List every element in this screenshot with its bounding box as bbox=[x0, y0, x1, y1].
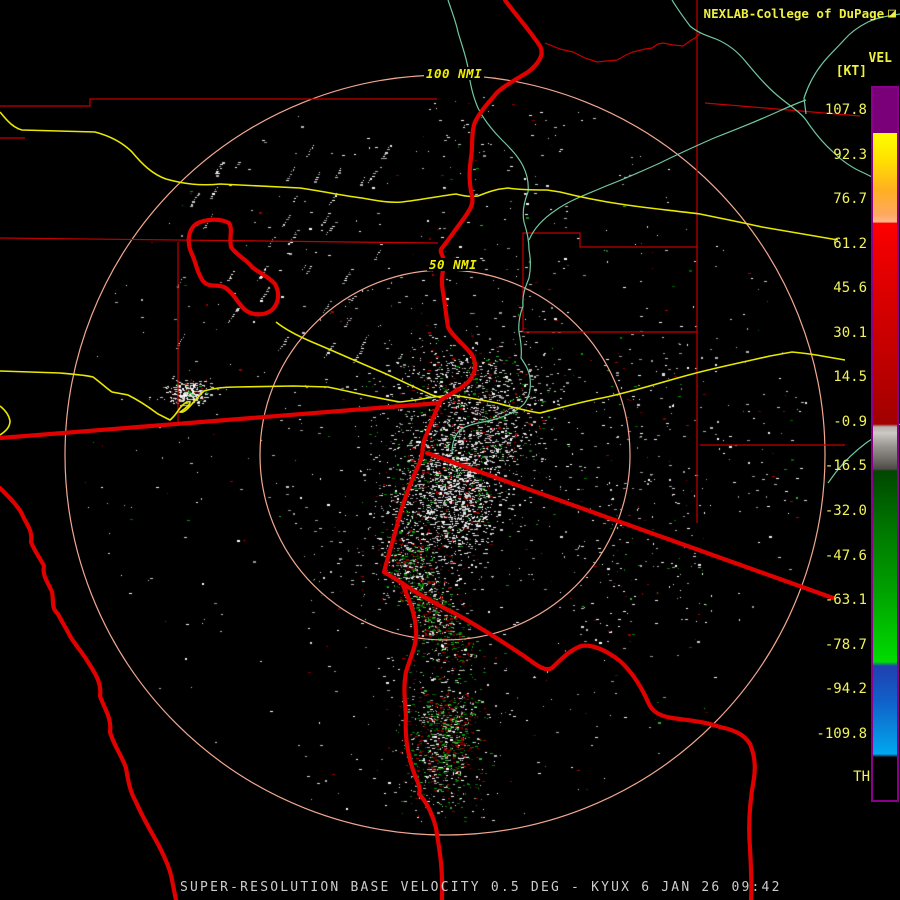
range-ring-100-label: 100 NMI bbox=[424, 66, 485, 81]
colorbar-tick-label: -94.2 bbox=[824, 681, 867, 697]
colorbar-tick-label: -78.7 bbox=[824, 637, 867, 653]
river-lines bbox=[447, 0, 900, 484]
radar-display: 100 NMI 50 NMI NEXLAB-College of DuPage … bbox=[0, 0, 900, 900]
brand-text: NEXLAB-College of DuPage ◪ bbox=[704, 6, 896, 21]
cod-logo-icon: ◪ bbox=[888, 6, 896, 21]
colorbar-tick-label: 61.2 bbox=[833, 236, 867, 252]
range-ring-50nmi bbox=[259, 269, 631, 641]
colorbar-tick-label: 92.3 bbox=[833, 147, 867, 163]
colorbar-units: [KT] bbox=[835, 64, 867, 79]
colorbar-tick-label: 76.7 bbox=[833, 191, 867, 207]
colorbar-tick-label: 45.6 bbox=[833, 280, 867, 296]
colorbar-tick-label: 107.8 bbox=[824, 102, 867, 118]
highway-lines bbox=[0, 111, 846, 436]
colorbar-tick-label: 30.1 bbox=[833, 325, 867, 341]
range-ring-50-label: 50 NMI bbox=[427, 257, 480, 272]
range-ring-100nmi bbox=[64, 74, 826, 836]
colorbar-tick-label: -47.6 bbox=[824, 548, 867, 564]
range-rings bbox=[64, 74, 826, 836]
state-boundary-lines bbox=[0, 0, 836, 900]
map-overlay-svg bbox=[0, 0, 900, 900]
colorbar-tick-label: -63.1 bbox=[824, 592, 867, 608]
velocity-colorbar bbox=[871, 86, 899, 802]
colorbar-tick-label: -32.0 bbox=[824, 503, 867, 519]
colorbar-threshold-label: TH bbox=[853, 769, 870, 785]
colorbar-tick-label: -16.5 bbox=[824, 458, 867, 474]
colorbar-tick-label: -109.8 bbox=[816, 726, 867, 742]
colorbar-tick-label: -0.9 bbox=[833, 414, 867, 430]
brand-label: NEXLAB-College of DuPage bbox=[703, 6, 885, 21]
colorbar-title: VEL bbox=[868, 51, 892, 66]
footer-caption: SUPER-RESOLUTION BASE VELOCITY 0.5 DEG -… bbox=[180, 880, 782, 895]
colorbar-tick-label: 14.5 bbox=[833, 369, 867, 385]
